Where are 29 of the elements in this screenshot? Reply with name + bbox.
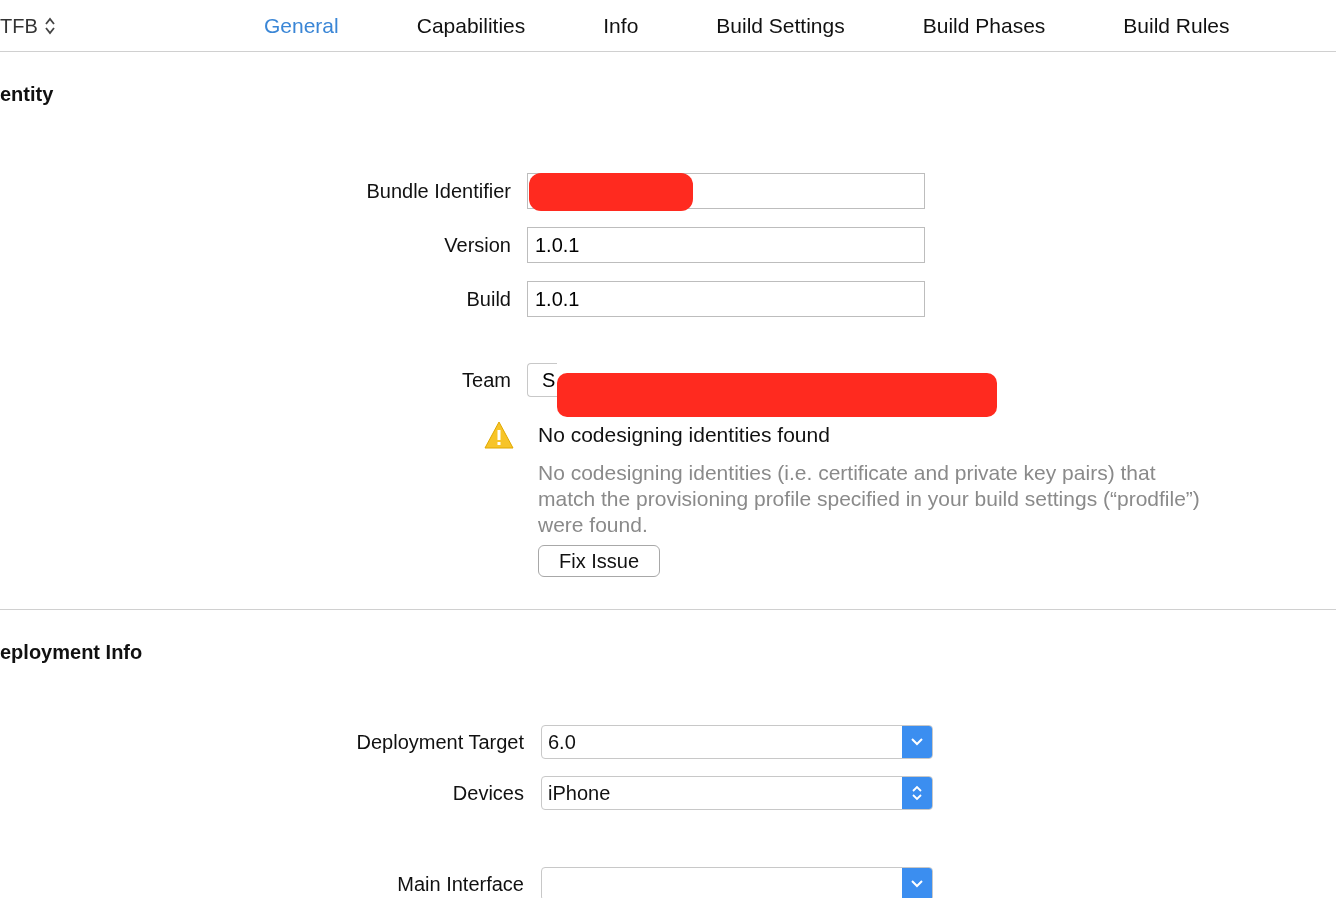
text-field[interactable]: 1.0.1: [527, 281, 925, 317]
warning-title: No codesigning identities found: [538, 422, 831, 448]
up-down-chevron-icon: [43, 16, 56, 36]
chevron-down-icon: [910, 736, 924, 747]
field-label: Main Interface: [396, 871, 525, 897]
field-label: Deployment Target: [355, 729, 525, 755]
field-label: Build: [465, 287, 512, 312]
tab[interactable]: General: [264, 9, 339, 42]
tab[interactable]: Build Phases: [922, 9, 1046, 42]
tab[interactable]: Build Rules: [1123, 9, 1230, 42]
section-title: eployment Info: [0, 639, 144, 665]
popup-button[interactable]: 6.0: [541, 724, 933, 759]
warning-icon: [484, 421, 514, 449]
chevron-down-icon: [910, 878, 924, 889]
tab[interactable]: Build Settings: [716, 9, 845, 42]
text-field[interactable]: 1.0.1: [527, 227, 925, 263]
section-title: entity: [0, 82, 55, 107]
tab[interactable]: Capabilities: [416, 9, 526, 42]
warning-message: No codesigning identities (i.e. certificate and private key pairs) that match the provisioning profile specified in your build settings (“prodfile”) were found.: [538, 459, 1201, 538]
fix-issue-button[interactable]: Fix Issue: [538, 544, 660, 577]
field-label: Version: [443, 233, 512, 258]
field-label: Devices: [451, 780, 525, 806]
field-label: Team: [461, 368, 512, 393]
target-selector[interactable]: TFB: [0, 11, 56, 41]
team-popup[interactable]: S: [527, 363, 557, 397]
field-label: Bundle Identifier: [365, 179, 512, 204]
popup-button[interactable]: [541, 866, 933, 898]
popup-button[interactable]: iPhone: [541, 775, 933, 810]
tab[interactable]: Info: [603, 9, 639, 42]
